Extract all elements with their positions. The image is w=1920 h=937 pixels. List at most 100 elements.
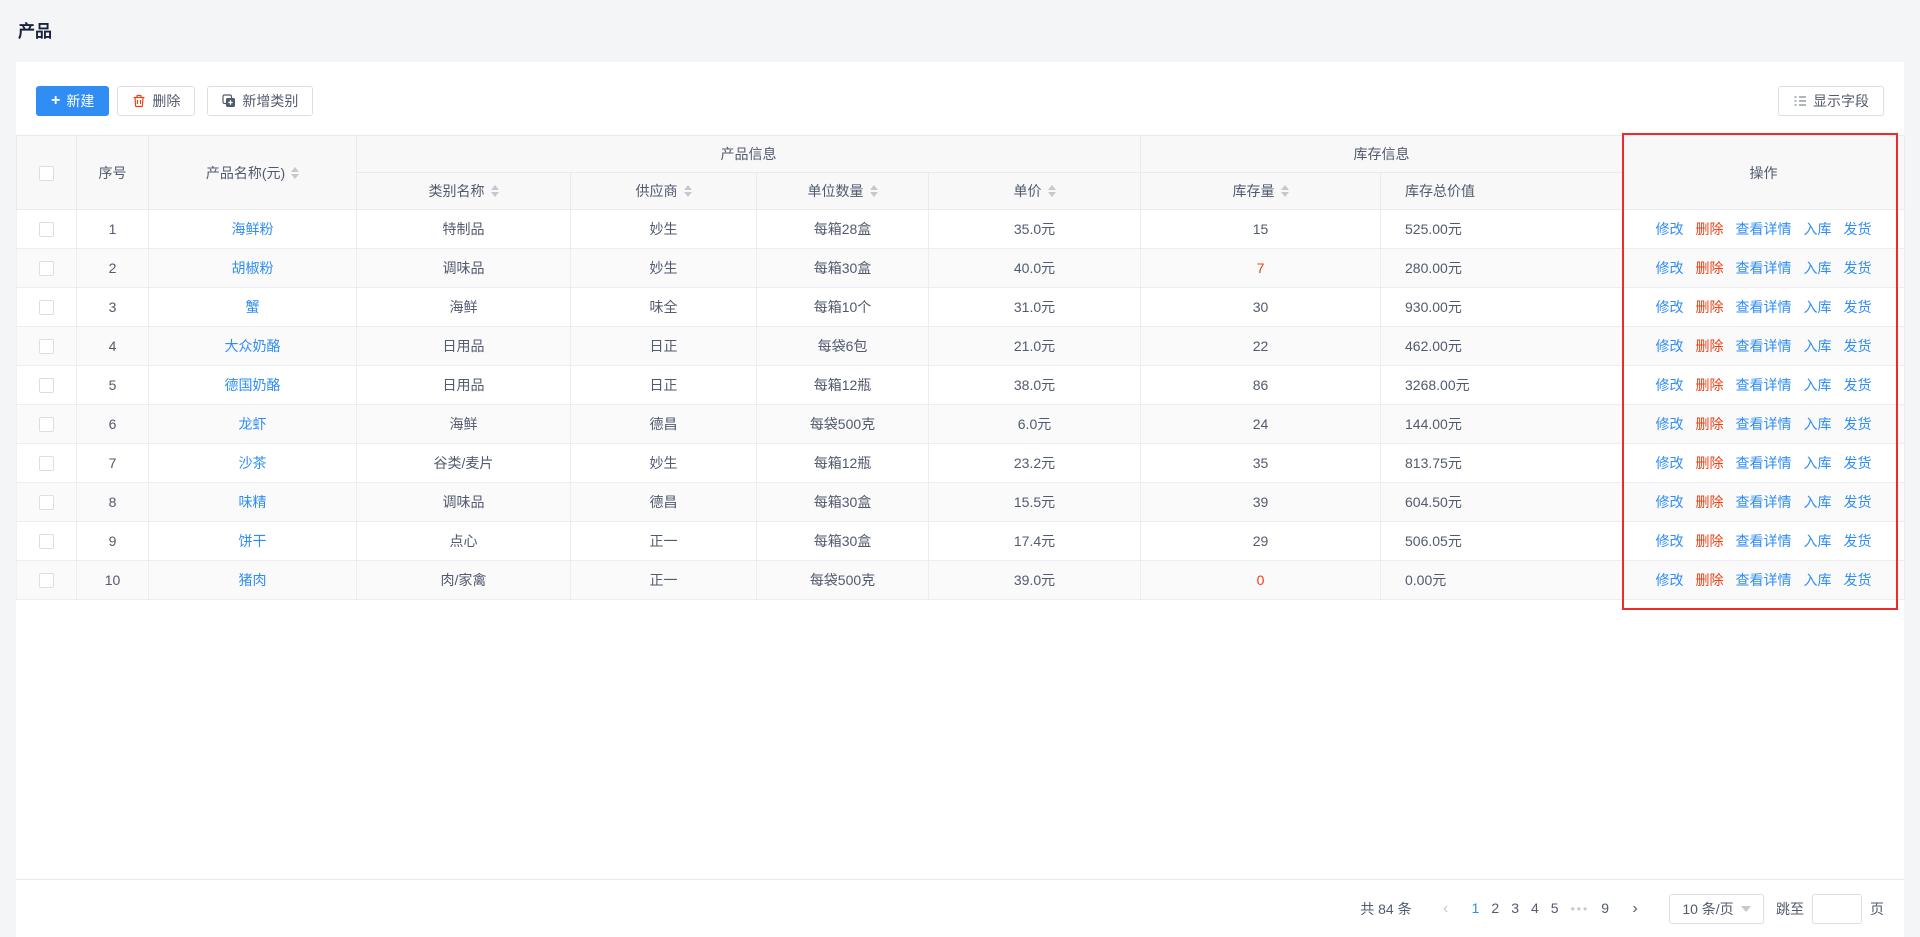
- row-checkbox[interactable]: [39, 378, 54, 393]
- action-ship-link[interactable]: 发货: [1844, 260, 1872, 276]
- action-view-details-link[interactable]: 查看详情: [1736, 494, 1792, 510]
- product-name-link[interactable]: 味精: [239, 494, 267, 510]
- pagination-page-9[interactable]: 9: [1601, 900, 1609, 916]
- sort-caret-icon[interactable]: [291, 167, 299, 179]
- sort-caret-icon[interactable]: [1048, 185, 1056, 197]
- action-view-details-link[interactable]: 查看详情: [1736, 416, 1792, 432]
- product-name-link[interactable]: 蟹: [246, 299, 260, 315]
- action-delete-link[interactable]: 删除: [1696, 221, 1724, 237]
- action-ship-link[interactable]: 发货: [1844, 455, 1872, 471]
- row-checkbox[interactable]: [39, 495, 54, 510]
- action-edit-link[interactable]: 修改: [1656, 494, 1684, 510]
- delete-button[interactable]: 删除: [117, 86, 195, 116]
- action-stock-in-link[interactable]: 入库: [1804, 377, 1832, 393]
- sort-caret-icon[interactable]: [870, 185, 878, 197]
- new-button[interactable]: + 新建: [36, 86, 109, 116]
- action-ship-link[interactable]: 发货: [1844, 299, 1872, 315]
- action-view-details-link[interactable]: 查看详情: [1736, 299, 1792, 315]
- action-delete-link[interactable]: 删除: [1696, 455, 1724, 471]
- select-all-checkbox[interactable]: [39, 166, 54, 181]
- page-size-select[interactable]: 10 条/页: [1669, 894, 1764, 924]
- action-stock-in-link[interactable]: 入库: [1804, 338, 1832, 354]
- action-edit-link[interactable]: 修改: [1656, 260, 1684, 276]
- row-checkbox[interactable]: [39, 339, 54, 354]
- col-header-price[interactable]: 单价: [929, 173, 1141, 210]
- action-edit-link[interactable]: 修改: [1656, 377, 1684, 393]
- product-name-link[interactable]: 饼干: [239, 533, 267, 549]
- pagination-page-5[interactable]: 5: [1551, 900, 1559, 916]
- row-checkbox[interactable]: [39, 261, 54, 276]
- action-edit-link[interactable]: 修改: [1656, 533, 1684, 549]
- stock-cell: 35: [1141, 444, 1381, 483]
- pagination-page-2[interactable]: 2: [1491, 900, 1499, 916]
- col-header-category[interactable]: 类别名称: [357, 173, 571, 210]
- action-ship-link[interactable]: 发货: [1844, 416, 1872, 432]
- action-delete-link[interactable]: 删除: [1696, 377, 1724, 393]
- action-view-details-link[interactable]: 查看详情: [1736, 338, 1792, 354]
- row-checkbox[interactable]: [39, 222, 54, 237]
- pagination-ellipsis[interactable]: •••: [1571, 902, 1590, 916]
- action-stock-in-link[interactable]: 入库: [1804, 533, 1832, 549]
- action-stock-in-link[interactable]: 入库: [1804, 416, 1832, 432]
- action-stock-in-link[interactable]: 入库: [1804, 572, 1832, 588]
- action-ship-link[interactable]: 发货: [1844, 377, 1872, 393]
- sort-caret-icon[interactable]: [1281, 185, 1289, 197]
- action-view-details-link[interactable]: 查看详情: [1736, 260, 1792, 276]
- show-fields-button[interactable]: 显示字段: [1778, 86, 1884, 116]
- action-edit-link[interactable]: 修改: [1656, 338, 1684, 354]
- pagination-next-button[interactable]: ›: [1621, 895, 1649, 923]
- pagination-page-1[interactable]: 1: [1472, 900, 1480, 916]
- action-view-details-link[interactable]: 查看详情: [1736, 221, 1792, 237]
- product-name-link[interactable]: 德国奶酪: [225, 377, 281, 393]
- action-stock-in-link[interactable]: 入库: [1804, 260, 1832, 276]
- action-view-details-link[interactable]: 查看详情: [1736, 377, 1792, 393]
- action-delete-link[interactable]: 删除: [1696, 260, 1724, 276]
- action-delete-link[interactable]: 删除: [1696, 533, 1724, 549]
- product-name-link[interactable]: 龙虾: [239, 416, 267, 432]
- action-stock-in-link[interactable]: 入库: [1804, 299, 1832, 315]
- action-view-details-link[interactable]: 查看详情: [1736, 572, 1792, 588]
- add-category-button[interactable]: 新增类别: [207, 86, 313, 116]
- action-stock-in-link[interactable]: 入库: [1804, 455, 1832, 471]
- action-edit-link[interactable]: 修改: [1656, 572, 1684, 588]
- action-stock-in-link[interactable]: 入库: [1804, 494, 1832, 510]
- action-view-details-link[interactable]: 查看详情: [1736, 533, 1792, 549]
- sort-caret-icon[interactable]: [491, 185, 499, 197]
- action-ship-link[interactable]: 发货: [1844, 494, 1872, 510]
- col-header-supplier[interactable]: 供应商: [571, 173, 757, 210]
- col-header-stock[interactable]: 库存量: [1141, 173, 1381, 210]
- action-edit-link[interactable]: 修改: [1656, 221, 1684, 237]
- product-name-link[interactable]: 大众奶酪: [225, 338, 281, 354]
- row-checkbox[interactable]: [39, 456, 54, 471]
- col-header-unit-qty[interactable]: 单位数量: [757, 173, 929, 210]
- action-delete-link[interactable]: 删除: [1696, 299, 1724, 315]
- action-delete-link[interactable]: 删除: [1696, 416, 1724, 432]
- product-name-link[interactable]: 胡椒粉: [232, 260, 274, 276]
- action-delete-link[interactable]: 删除: [1696, 572, 1724, 588]
- action-edit-link[interactable]: 修改: [1656, 416, 1684, 432]
- pagination-page-3[interactable]: 3: [1511, 900, 1519, 916]
- action-ship-link[interactable]: 发货: [1844, 572, 1872, 588]
- action-stock-in-link[interactable]: 入库: [1804, 221, 1832, 237]
- action-delete-link[interactable]: 删除: [1696, 338, 1724, 354]
- pagination-prev-button[interactable]: ‹: [1432, 895, 1460, 923]
- col-header-name[interactable]: 产品名称(元): [149, 136, 357, 210]
- action-ship-link[interactable]: 发货: [1844, 533, 1872, 549]
- action-edit-link[interactable]: 修改: [1656, 299, 1684, 315]
- action-ship-link[interactable]: 发货: [1844, 338, 1872, 354]
- action-edit-link[interactable]: 修改: [1656, 455, 1684, 471]
- action-view-details-link[interactable]: 查看详情: [1736, 455, 1792, 471]
- sort-caret-icon[interactable]: [684, 185, 692, 197]
- row-checkbox[interactable]: [39, 417, 54, 432]
- product-name-link[interactable]: 沙茶: [239, 455, 267, 471]
- table-row: 7沙茶谷类/麦片妙生每箱12瓶23.2元35813.75元修改删除查看详情入库发…: [17, 444, 1905, 483]
- pagination-page-4[interactable]: 4: [1531, 900, 1539, 916]
- action-ship-link[interactable]: 发货: [1844, 221, 1872, 237]
- product-name-link[interactable]: 猪肉: [239, 572, 267, 588]
- row-checkbox[interactable]: [39, 300, 54, 315]
- row-checkbox[interactable]: [39, 573, 54, 588]
- product-name-link[interactable]: 海鲜粉: [232, 221, 274, 237]
- action-delete-link[interactable]: 删除: [1696, 494, 1724, 510]
- jump-page-input[interactable]: [1812, 894, 1862, 924]
- row-checkbox[interactable]: [39, 534, 54, 549]
